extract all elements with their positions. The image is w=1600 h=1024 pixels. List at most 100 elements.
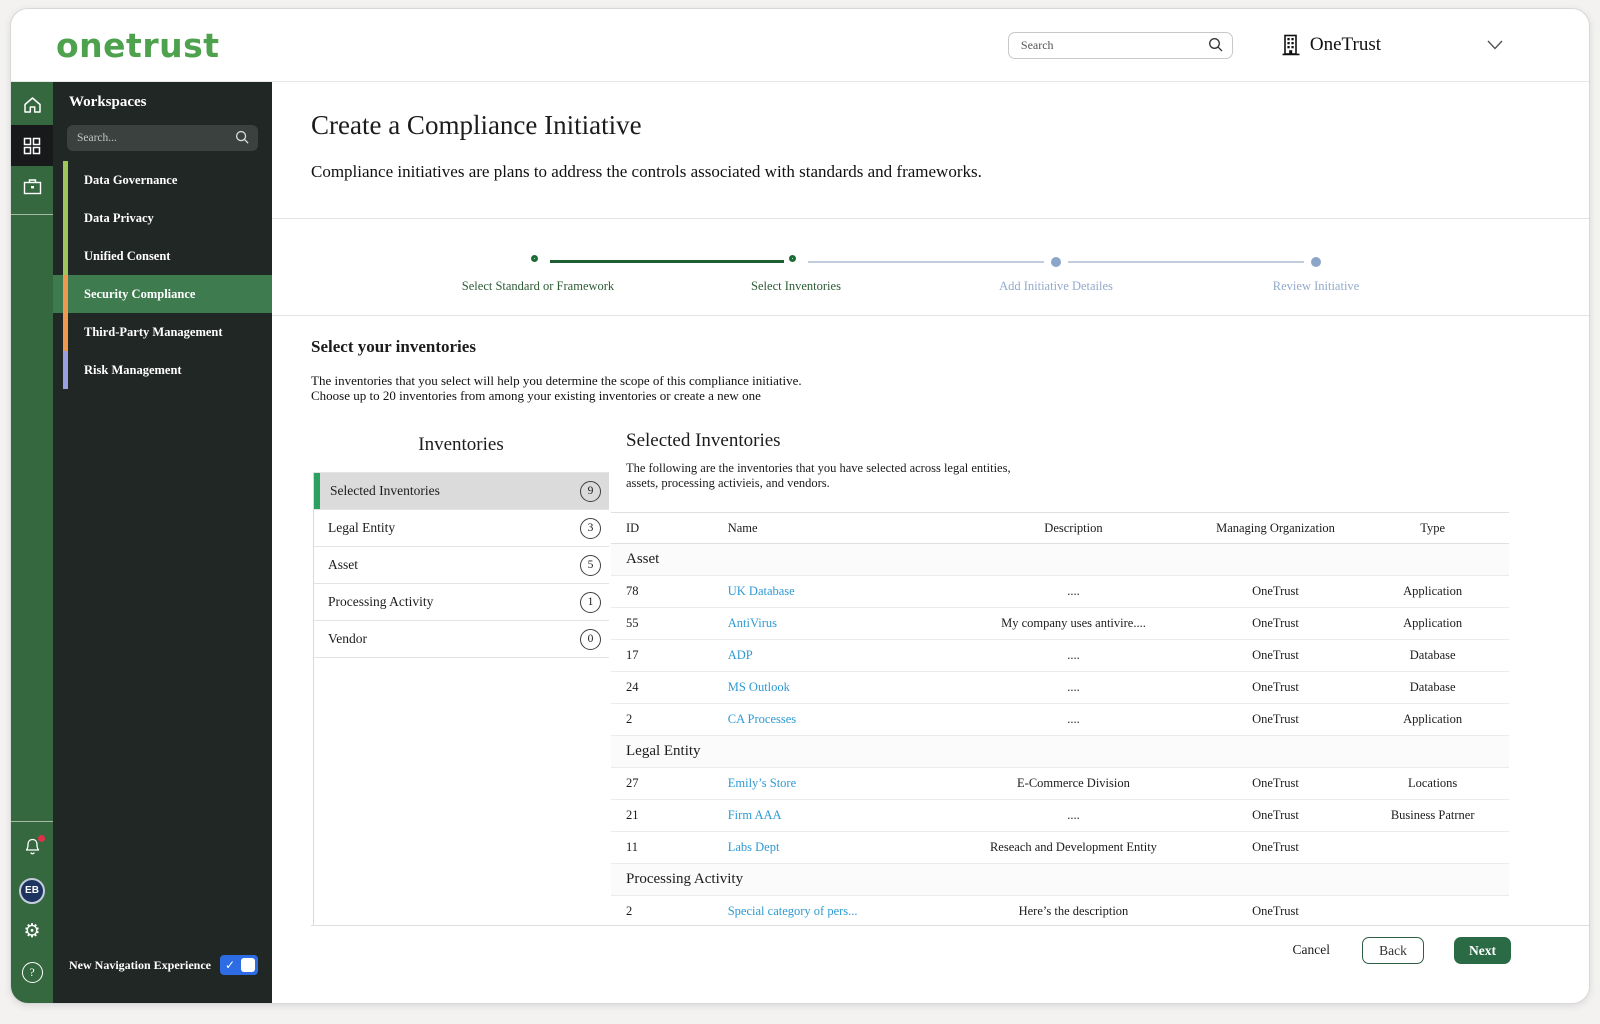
inventory-category-asset[interactable]: Asset 5 (314, 547, 609, 584)
cell-description: .... (952, 575, 1195, 608)
group-name: Legal Entity (611, 735, 1509, 768)
group-row: Processing Activity (611, 863, 1509, 896)
cell-type (1356, 831, 1509, 864)
inventory-name-link[interactable]: Labs Dept (728, 840, 780, 854)
cell-managing-organization: OneTrust (1194, 895, 1357, 925)
step-node-2 (789, 255, 796, 262)
inventory-category-list: Selected Inventories 9 Legal Entity 3 Asset 5… (313, 472, 609, 925)
table-row: 55 AntiVirus My company uses antivire.... O… (611, 607, 1509, 640)
sidebar-item-unified-consent[interactable]: Unified Consent (53, 237, 272, 275)
inventories-column: Inventories Selected Inventories 9 Legal E… (313, 430, 609, 925)
org-switcher[interactable]: OneTrust (1281, 34, 1381, 56)
category-label: Vendor (328, 631, 367, 646)
inventory-category-legal-entity[interactable]: Legal Entity 3 (314, 510, 609, 547)
cell-managing-organization: OneTrust (1194, 799, 1357, 832)
column-header-type: Type (1356, 512, 1509, 544)
table-row: 17 ADP.... OneTrust Database (611, 639, 1509, 672)
rail-divider-bottom (11, 821, 53, 822)
next-button[interactable]: Next (1454, 937, 1511, 964)
inventory-category-selected-inventories[interactable]: Selected Inventories 9 (314, 473, 609, 510)
workspace-label: Data Governance (84, 172, 178, 187)
cell-name: AntiVirus (727, 607, 953, 640)
app-window: onetrust Search OneTrust EB ⚙ ? Workspac… (10, 8, 1590, 1004)
step-label-2: Select Inventories (751, 279, 841, 293)
chevron-down-icon[interactable] (1486, 39, 1504, 51)
home-nav-button[interactable] (11, 84, 53, 125)
category-label: Processing Activity (328, 594, 434, 609)
new-nav-row: New Navigation Experience ✓ (53, 955, 272, 975)
table-row: 2 Special category of pers... Here’s the d… (611, 895, 1509, 925)
cell-type (1356, 895, 1509, 925)
inventory-name-link[interactable]: MS Outlook (728, 680, 790, 694)
group-name: Processing Activity (611, 863, 1509, 896)
workspace-list: Data Governance Data Privacy Unified Conse… (53, 161, 272, 389)
notifications-button[interactable] (11, 829, 53, 870)
help-button[interactable]: ? (11, 952, 53, 993)
page-subtitle: Compliance initiatives are plans to addr… (311, 162, 982, 181)
cell-managing-organization: OneTrust (1194, 767, 1357, 800)
inventory-category-vendor[interactable]: Vendor 0 (314, 621, 609, 658)
cell-description: Here’s the description (952, 895, 1195, 925)
inventory-name-link[interactable]: Firm AAA (728, 808, 782, 822)
icon-rail: EB ⚙ ? (11, 82, 53, 1003)
back-button[interactable]: Back (1362, 937, 1424, 964)
selected-inventories-column: Selected Inventories The following are t… (611, 430, 1509, 925)
category-count-badge: 3 (580, 517, 601, 539)
column-header-id: ID (611, 512, 728, 544)
onetrust-logo: onetrust (56, 25, 220, 65)
workspaces-nav-button[interactable] (11, 125, 53, 166)
sidebar-item-risk-management[interactable]: Risk Management (53, 351, 272, 389)
sidebar-item-data-privacy[interactable]: Data Privacy (53, 199, 272, 237)
inventory-name-link[interactable]: CA Processes (728, 712, 796, 726)
workspaces-panel: Workspaces Data Governance Data Privacy Un… (53, 82, 272, 1003)
stepper-connector (808, 261, 1044, 263)
workspaces-search-input[interactable] (67, 125, 258, 151)
inventory-name-link[interactable]: Special category of pers... (728, 904, 858, 918)
cell-id: 2 (611, 895, 728, 925)
workspaces-search (67, 125, 258, 151)
user-menu-button[interactable]: EB (11, 870, 53, 911)
workspaces-title: Workspaces (69, 94, 147, 110)
step-node-3 (1051, 257, 1061, 267)
selected-description-line2: assets, processing activieis, and vendor… (626, 475, 830, 490)
cell-type: Locations (1356, 767, 1509, 800)
cell-name: MS Outlook (727, 671, 953, 704)
cell-id: 2 (611, 703, 728, 736)
category-label: Asset (328, 557, 358, 572)
wizard-footer: Cancel Back Next (311, 925, 1589, 1003)
page-title: Create a Compliance Initiative (311, 110, 642, 140)
inventory-name-link[interactable]: Emily’s Store (728, 776, 796, 790)
cell-description: .... (952, 703, 1195, 736)
help-icon: ? (21, 962, 43, 983)
cell-id: 17 (611, 639, 728, 672)
cell-managing-organization: OneTrust (1194, 607, 1357, 640)
step-label-4: Review Initiative (1272, 279, 1360, 293)
step-node-4 (1311, 257, 1321, 267)
settings-button[interactable]: ⚙ (11, 911, 53, 952)
sidebar-item-security-compliance[interactable]: Security Compliance (53, 275, 272, 313)
new-nav-toggle[interactable]: ✓ (220, 955, 258, 975)
category-label: Legal Entity (328, 520, 396, 535)
section-description-line1: The inventories that you select will hel… (311, 373, 802, 388)
column-header-name: Name (727, 512, 953, 544)
sidebar-item-third-party-management[interactable]: Third-Party Management (53, 313, 272, 351)
cell-name: UK Database (727, 575, 953, 608)
cell-id: 11 (611, 831, 728, 864)
workspace-label: Risk Management (84, 362, 182, 377)
inventory-name-link[interactable]: ADP (728, 648, 753, 662)
sidebar-item-data-governance[interactable]: Data Governance (53, 161, 272, 199)
inventory-category-processing-activity[interactable]: Processing Activity 1 (314, 584, 609, 621)
table-row: 24 MS Outlook.... OneTrust Database (611, 671, 1509, 704)
stepper-connector (550, 260, 784, 263)
inventory-name-link[interactable]: AntiVirus (728, 616, 777, 630)
cancel-button[interactable]: Cancel (1291, 937, 1332, 963)
top-header: onetrust Search OneTrust (11, 9, 1589, 82)
step-label-1: Select Standard or Framework (461, 279, 615, 293)
inventory-name-link[interactable]: UK Database (728, 584, 795, 598)
home-icon (23, 96, 41, 113)
building-icon (1282, 34, 1300, 56)
cell-type: Application (1356, 575, 1509, 608)
global-search-input[interactable] (1007, 31, 1233, 59)
projects-nav-button[interactable] (11, 166, 53, 207)
section-title: Select your inventories (311, 337, 476, 356)
